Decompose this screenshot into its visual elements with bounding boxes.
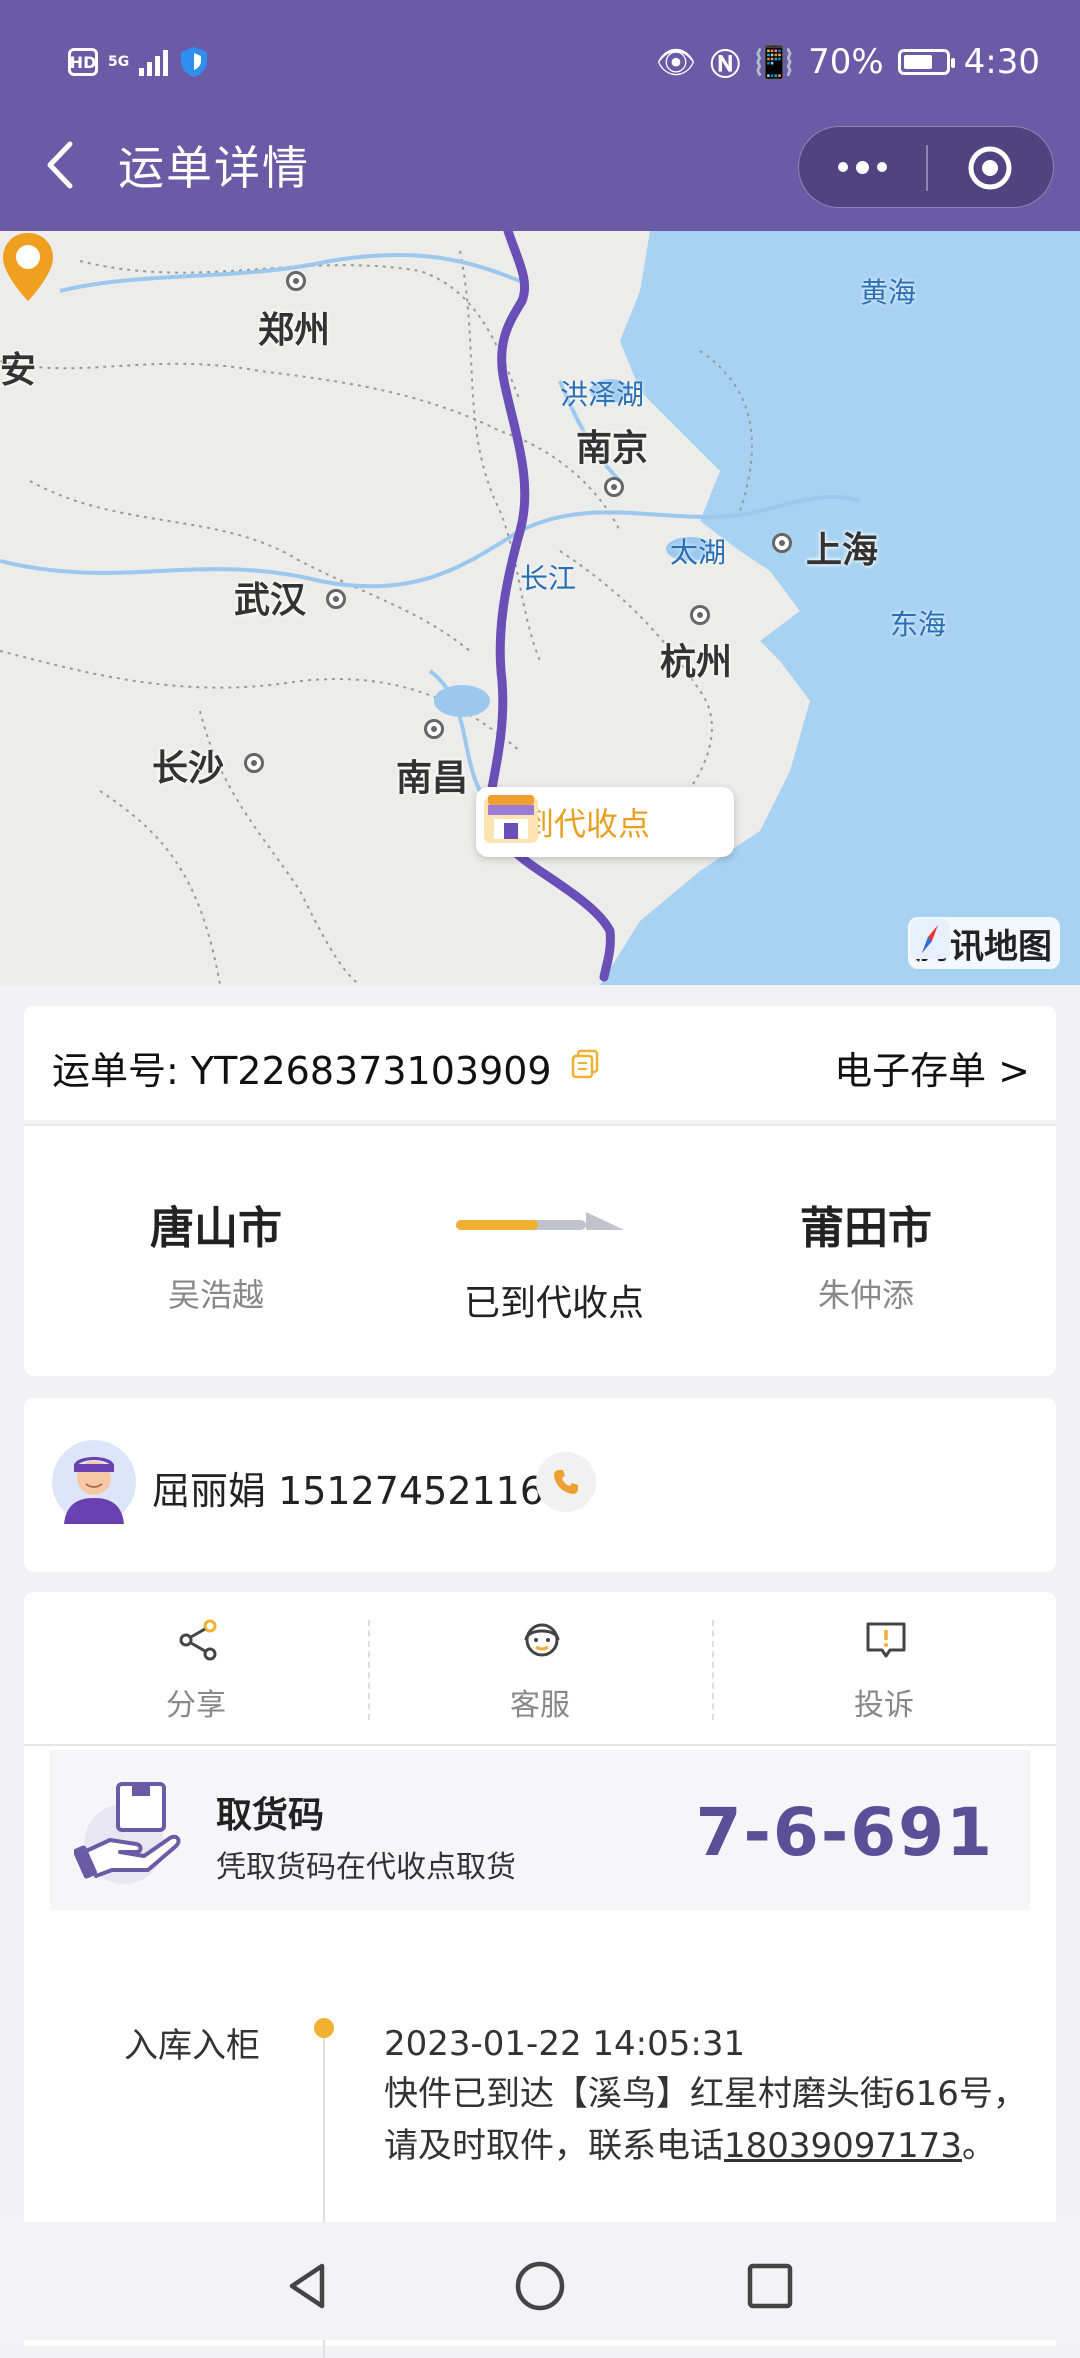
city-dot-icon <box>604 477 624 497</box>
system-nav-bar <box>0 2222 1080 2340</box>
mini-program-capsule <box>798 126 1054 208</box>
city-dot-icon <box>424 719 444 739</box>
route-card: 唐山市 吴浩越 已到代收点 莆田市 朱仲添 <box>24 1124 1056 1376</box>
courier-name-phone: 屈丽娟 15127452116 <box>152 1469 545 1513</box>
vibrate-icon: 📳 <box>754 43 795 81</box>
map-water-label: 东海 <box>890 608 947 641</box>
city-dot-icon <box>772 533 792 553</box>
store-icon <box>484 795 538 843</box>
divider <box>24 1124 1056 1126</box>
more-dot-icon <box>856 160 869 174</box>
receiver-name: 朱仲添 <box>817 1276 914 1314</box>
contact-phone-link[interactable]: 18039097173 <box>724 2126 962 2166</box>
status-bubble[interactable]: 已到代收点 <box>476 787 734 857</box>
nav-home-icon[interactable] <box>512 2258 568 2314</box>
shield-icon <box>181 47 208 77</box>
battery-percent: 70% <box>808 42 884 82</box>
map-city-label: 杭州 <box>660 642 733 683</box>
map-provider-logo: 腾讯地图 <box>908 917 1060 969</box>
close-target-icon[interactable] <box>967 145 1013 191</box>
waybill-number: 运单号: YT2268373103909 <box>52 1049 552 1093</box>
signal-icon <box>139 48 169 76</box>
map-water-label: 太湖 <box>670 536 727 569</box>
location-pin-icon <box>3 233 53 301</box>
map-city-label: 郑州 <box>258 310 331 351</box>
compass-icon <box>910 919 950 959</box>
nav-recents-icon[interactable] <box>742 2258 798 2314</box>
complaint-button[interactable]: 投诉 <box>712 1592 1056 1744</box>
timeline-status-label: 入库入柜 <box>124 2026 260 2066</box>
back-arrow-icon[interactable] <box>42 140 78 190</box>
pickup-code-subtitle: 凭取货码在代收点取货 <box>216 1850 516 1885</box>
copy-icon[interactable] <box>569 1048 601 1080</box>
map-city-label: 南昌 <box>396 758 469 799</box>
waybill-card: 运单号: YT2268373103909 电子存单 > <box>24 1006 1056 1120</box>
city-dot-icon <box>244 753 264 773</box>
timeline-dot <box>314 2018 334 2038</box>
courier-card: 屈丽娟 15127452116 <box>24 1398 1056 1572</box>
shipment-status: 已到代收点 <box>463 1283 644 1324</box>
courier-avatar <box>52 1440 136 1524</box>
share-button[interactable]: 分享 <box>24 1592 368 1744</box>
phone-icon <box>554 1470 578 1494</box>
more-button[interactable] <box>799 127 926 207</box>
customer-service-button[interactable]: 客服 <box>368 1592 712 1744</box>
destination-city: 莆田市 <box>800 1203 932 1254</box>
share-icon <box>179 1619 217 1661</box>
map-city-label: 长沙 <box>152 748 225 789</box>
pickup-code-title: 取货码 <box>216 1795 325 1836</box>
eye-icon: 👁 <box>655 43 697 81</box>
battery-icon <box>897 49 955 75</box>
more-dot-icon <box>838 162 848 172</box>
city-dot-icon <box>326 589 346 609</box>
sender-name: 吴浩越 <box>167 1276 264 1314</box>
clock: 4:30 <box>963 42 1040 82</box>
map-water-label: 黄海 <box>860 276 917 309</box>
share-label: 分享 <box>166 1688 226 1723</box>
actions-card: 分享 客服 投诉 <box>24 1592 1056 1744</box>
city-dot-icon <box>690 605 710 625</box>
hd-badge: HD <box>68 48 98 76</box>
route-map[interactable]: 郑州 安 南京 上海 武汉 杭州 长沙 南昌 黄海 洪泽湖 长江 太湖 东海 已… <box>0 231 1080 985</box>
capsule-divider <box>926 145 928 191</box>
complaint-icon <box>866 1622 906 1658</box>
map-city-label: 南京 <box>576 428 649 469</box>
call-button[interactable] <box>536 1452 596 1512</box>
customer-service-icon <box>524 1623 560 1657</box>
map-city-label: 上海 <box>806 530 879 571</box>
progress-arrow-icon <box>456 1212 624 1230</box>
map-water-label: 洪泽湖 <box>560 378 645 411</box>
map-water-label: 长江 <box>520 562 577 595</box>
timeline-end: 。 <box>961 2126 996 2166</box>
network-type: 5G <box>108 54 130 70</box>
more-dot-icon <box>877 162 887 172</box>
battery-level <box>903 55 932 69</box>
pickup-code-panel: 取货码 凭取货码在代收点取货 7-6-691 <box>50 1750 1030 1910</box>
electronic-receipt-link[interactable]: 电子存单 > <box>834 1040 1030 1095</box>
complaint-label: 投诉 <box>854 1688 914 1723</box>
nav-back-icon[interactable] <box>280 2258 336 2314</box>
package-hand-icon <box>74 1782 181 1884</box>
status-left: HD 5G <box>68 42 210 82</box>
nfc-icon: Ⓝ <box>710 48 741 83</box>
status-right: 👁 Ⓝ 📳 70% 4:30 <box>656 38 1040 86</box>
top-bar: HD 5G 👁 Ⓝ 📳 70% 4:30 运单详情 <box>0 0 1080 231</box>
timeline-time: 2023-01-22 14:05:31 <box>384 2024 746 2064</box>
page-title: 运单详情 <box>118 141 310 195</box>
origin-city: 唐山市 <box>150 1203 282 1254</box>
pickup-code: 7-6-691 <box>695 1794 994 1871</box>
customer-service-label: 客服 <box>510 1688 570 1723</box>
timeline-description: 快件已到达【溪鸟】红星村磨头街616号，请及时取件，联系电话1803909717… <box>384 2068 1044 2172</box>
map-city-label: 安 <box>0 350 37 391</box>
map-city-label: 武汉 <box>234 580 307 621</box>
city-dot-icon <box>286 271 306 291</box>
